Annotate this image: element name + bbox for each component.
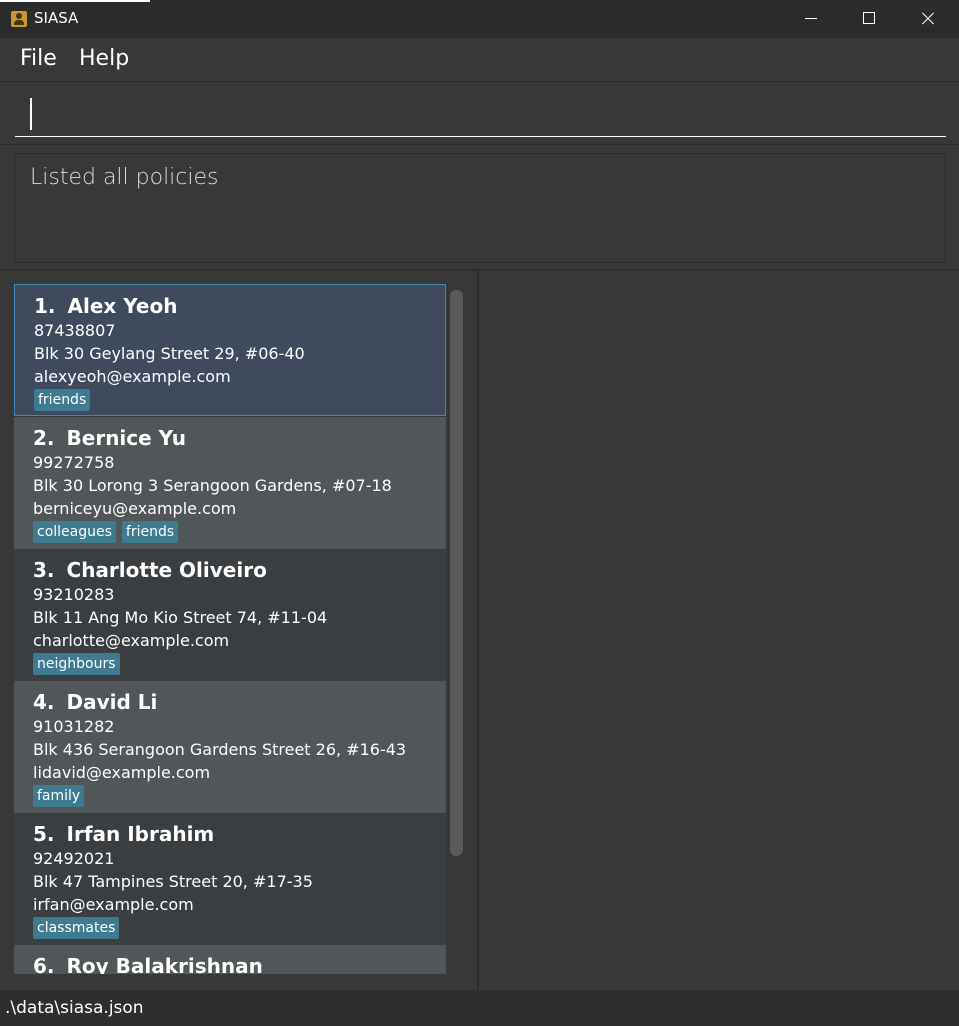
- person-email: charlotte@example.com: [33, 631, 230, 650]
- tag-label: classmates: [33, 917, 120, 939]
- person-name: Charlotte Oliveiro: [66, 558, 267, 582]
- person-tags: neighbours: [33, 653, 427, 677]
- person-phone: 91031282: [33, 717, 115, 736]
- person-name-line: 4. David Li: [33, 689, 427, 715]
- person-address: Blk 11 Ang Mo Kio Street 74, #11-04: [33, 608, 328, 627]
- list-scrollbar[interactable]: [450, 290, 463, 856]
- tag-label: friends: [34, 389, 91, 411]
- close-button[interactable]: [898, 0, 956, 38]
- tag-label: friends: [121, 521, 179, 543]
- person-email: irfan@example.com: [33, 895, 194, 914]
- person-name: Roy Balakrishnan: [66, 954, 263, 974]
- person-card[interactable]: 6. Roy Balakrishnan: [14, 945, 446, 974]
- person-tags: colleagues friends: [33, 521, 427, 545]
- person-name: Alex Yeoh: [67, 294, 178, 318]
- text-caret: [30, 98, 32, 130]
- person-name: Irfan Ibrahim: [66, 822, 215, 846]
- person-card[interactable]: 3. Charlotte Oliveiro 93210283 Blk 11 Ang…: [14, 549, 446, 681]
- person-name-line: 6. Roy Balakrishnan: [33, 953, 427, 974]
- result-display: Listed all policies: [14, 153, 946, 263]
- tag-label: family: [33, 785, 85, 807]
- person-tags: friends: [34, 389, 426, 413]
- person-index: 2.: [33, 426, 55, 450]
- person-index: 6.: [33, 954, 55, 974]
- minimize-button[interactable]: [782, 0, 840, 38]
- result-message: Listed all policies: [30, 165, 219, 190]
- person-card[interactable]: 1. Alex Yeoh 87438807 Blk 30 Geylang Stre…: [14, 284, 446, 416]
- maximize-button[interactable]: [840, 0, 898, 38]
- title-bar: SIASA: [0, 0, 959, 38]
- person-tags: classmates: [33, 917, 427, 941]
- person-card[interactable]: 5. Irfan Ibrahim 92492021 Blk 47 Tampines…: [14, 813, 446, 945]
- person-card[interactable]: 2. Bernice Yu 99272758 Blk 30 Lorong 3 Se…: [14, 417, 446, 549]
- person-name: David Li: [66, 690, 158, 714]
- person-address: Blk 47 Tampines Street 20, #17-35: [33, 872, 313, 891]
- person-address: Blk 30 Geylang Street 29, #06-40: [34, 344, 305, 363]
- person-index: 1.: [34, 294, 56, 318]
- person-card[interactable]: 4. David Li 91031282 Blk 436 Serangoon Ga…: [14, 681, 446, 813]
- menu-bar: File Help: [0, 38, 959, 82]
- person-name-line: 2. Bernice Yu: [33, 425, 427, 451]
- maximize-icon: [863, 12, 875, 24]
- person-index: 3.: [33, 558, 55, 582]
- detail-panel: [481, 271, 959, 990]
- person-email: lidavid@example.com: [33, 763, 211, 782]
- person-phone: 92492021: [33, 849, 115, 868]
- title-progress-indicator: [0, 0, 150, 2]
- person-index: 4.: [33, 690, 55, 714]
- menu-help[interactable]: Help: [79, 46, 129, 71]
- person-phone: 99272758: [33, 453, 115, 472]
- person-index: 5.: [33, 822, 55, 846]
- person-name-line: 1. Alex Yeoh: [34, 293, 426, 319]
- menu-file[interactable]: File: [20, 46, 57, 71]
- person-phone: 93210283: [33, 585, 115, 604]
- person-address: Blk 436 Serangoon Gardens Street 26, #16…: [33, 740, 407, 759]
- command-box: [0, 83, 959, 145]
- status-bar: .\data\siasa.json: [0, 990, 959, 1026]
- person-list[interactable]: 1. Alex Yeoh 87438807 Blk 30 Geylang Stre…: [14, 284, 446, 974]
- command-input[interactable]: [15, 91, 946, 137]
- minimize-icon: [805, 18, 817, 19]
- window-title: SIASA: [34, 9, 79, 27]
- data-file-path: .\data\siasa.json: [5, 998, 144, 1018]
- person-email: berniceyu@example.com: [33, 499, 237, 518]
- person-phone: 87438807: [34, 321, 116, 340]
- address-book-icon: [11, 11, 27, 27]
- person-address: Blk 30 Lorong 3 Serangoon Gardens, #07-1…: [33, 476, 392, 495]
- tag-label: colleagues: [33, 521, 116, 543]
- person-name: Bernice Yu: [66, 426, 186, 450]
- person-list-panel: 1. Alex Yeoh 87438807 Blk 30 Geylang Stre…: [0, 271, 479, 990]
- tag-label: neighbours: [33, 653, 120, 675]
- person-tags: family: [33, 785, 427, 809]
- person-name-line: 3. Charlotte Oliveiro: [33, 557, 427, 583]
- person-email: alexyeoh@example.com: [34, 367, 231, 386]
- person-name-line: 5. Irfan Ibrahim: [33, 821, 427, 847]
